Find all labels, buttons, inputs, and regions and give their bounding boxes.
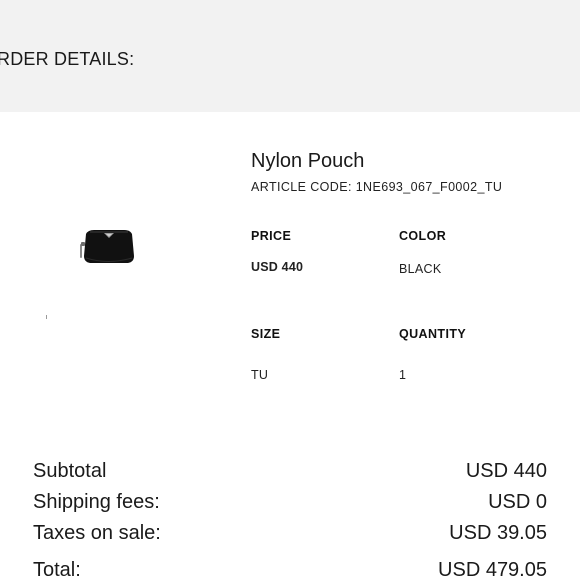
quantity-value: 1	[399, 368, 407, 382]
shipping-fees-label: Shipping fees:	[33, 491, 160, 513]
product-name: Nylon Pouch	[251, 150, 365, 172]
subtotal-value: USD 440	[465, 460, 547, 482]
order-details-title: RDER DETAILS:	[0, 49, 135, 69]
taxes-label: Taxes on sale:	[33, 522, 161, 544]
color-value: BLACK	[399, 262, 442, 276]
shipping-fees-value: USD 0	[488, 491, 547, 513]
price-value: USD 440	[251, 260, 304, 274]
article-code: ARTICLE CODE: 1NE693_067_F0002_TU	[251, 180, 503, 194]
taxes-value: USD 39.05	[449, 522, 547, 544]
order-details-header: RDER DETAILS:	[0, 0, 580, 112]
subtotal-label: Subtotal	[33, 460, 107, 482]
product-thumbnail[interactable]	[78, 222, 136, 272]
pouch-image-icon	[80, 230, 134, 263]
color-label: COLOR	[399, 229, 447, 243]
image-indicator-mark	[46, 315, 47, 319]
quantity-label: QUANTITY	[399, 327, 467, 341]
price-label: PRICE	[251, 229, 292, 243]
size-label: SIZE	[251, 327, 281, 341]
size-value: TU	[251, 368, 269, 382]
